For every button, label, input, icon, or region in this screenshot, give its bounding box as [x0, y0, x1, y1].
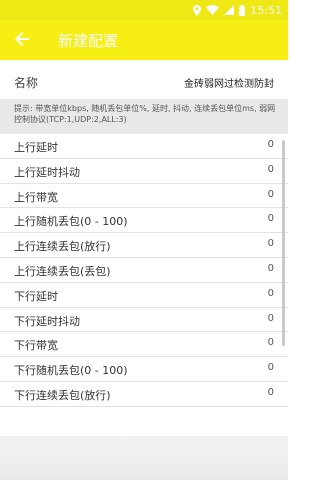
setting-value-input[interactable]: 0 [268, 362, 274, 373]
setting-label: 上行带宽 [14, 190, 58, 204]
name-field[interactable]: 名称 金砖弱网过检测防封 [0, 64, 288, 100]
setting-row[interactable]: 上行随机丢包(0 - 100) 0 [0, 208, 288, 234]
setting-label: 下行连续丢包(放行) [14, 388, 111, 402]
setting-row[interactable]: 上行连续丢包(丢包) 0 [0, 257, 288, 283]
setting-label: 下行带宽 [14, 339, 58, 353]
setting-value-input[interactable]: 0 [268, 189, 274, 200]
bottom-bar [0, 436, 288, 480]
setting-row[interactable]: 下行连续丢包(放行) 0 [0, 381, 288, 407]
status-time: 15:51 [250, 3, 282, 17]
signal-icon [224, 5, 235, 15]
setting-label: 下行随机丢包(0 - 100) [14, 364, 128, 378]
setting-value-input[interactable]: 0 [268, 164, 274, 175]
setting-row[interactable]: 下行延时 0 [0, 282, 288, 308]
setting-value-input[interactable]: 0 [268, 288, 274, 299]
app-bar: 新建配置 [0, 20, 288, 60]
status-icons: 15:51 [193, 2, 282, 18]
name-input[interactable]: 金砖弱网过检测防封 [184, 75, 274, 90]
settings-list: 上行延时 0 上行延时抖动 0 上行带宽 0 上行随机丢包(0 - 100) 0 上行连续丢包(… [0, 134, 288, 407]
status-bar: 15:51 [0, 0, 288, 20]
page-title: 新建配置 [58, 31, 119, 50]
setting-row[interactable]: 上行带宽 0 [0, 183, 288, 209]
wifi-icon [206, 5, 220, 15]
setting-row[interactable]: 下行带宽 0 [0, 332, 288, 358]
setting-value-input[interactable]: 0 [268, 263, 274, 274]
setting-value-input[interactable]: 0 [268, 213, 274, 224]
setting-label: 上行延时抖动 [14, 165, 80, 179]
setting-label: 上行连续丢包(丢包) [14, 264, 111, 278]
setting-value-input[interactable]: 0 [268, 337, 274, 348]
setting-label: 下行延时 [14, 289, 58, 303]
scrollbar[interactable] [282, 140, 285, 346]
hint-text: 提示: 带宽单位kbps, 随机丢包单位%, 延时, 抖动, 连续丢包单位ms,… [0, 100, 288, 134]
setting-row[interactable]: 上行延时抖动 0 [0, 158, 288, 184]
setting-value-input[interactable]: 0 [268, 238, 274, 249]
setting-row[interactable]: 下行延时抖动 0 [0, 307, 288, 333]
setting-row[interactable]: 上行连续丢包(放行) 0 [0, 233, 288, 258]
setting-label: 下行延时抖动 [14, 314, 80, 328]
setting-label: 上行延时 [14, 141, 58, 154]
location-icon [193, 4, 202, 16]
setting-label: 上行随机丢包(0 - 100) [14, 215, 128, 229]
setting-value-input[interactable]: 0 [268, 139, 274, 150]
setting-row[interactable]: 上行延时 0 [0, 134, 288, 159]
setting-value-input[interactable]: 0 [268, 387, 274, 398]
name-label: 名称 [14, 76, 39, 90]
back-button[interactable] [0, 20, 44, 60]
arrow-back-icon [15, 31, 29, 50]
setting-row[interactable]: 下行随机丢包(0 - 100) 0 [0, 357, 288, 382]
setting-label: 上行连续丢包(放行) [14, 240, 111, 254]
battery-icon [239, 4, 246, 16]
setting-value-input[interactable]: 0 [268, 313, 274, 324]
